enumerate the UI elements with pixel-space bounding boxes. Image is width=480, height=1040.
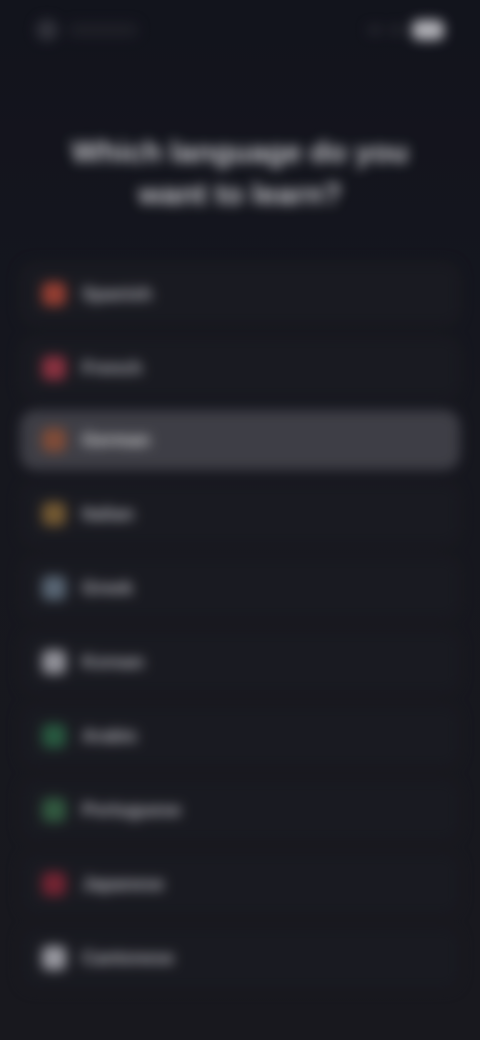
page-title: Which language do you want to learn? — [71, 136, 409, 211]
language-option-french[interactable]: French — [20, 336, 460, 400]
language-name: Portuguese — [82, 799, 182, 820]
flag-japan-icon — [42, 872, 66, 896]
language-name: Japanese — [82, 873, 165, 894]
status-bar — [0, 0, 480, 60]
language-name: Greek — [82, 577, 134, 598]
flag-germany-icon — [42, 428, 66, 452]
language-name: Cantonese — [82, 947, 175, 968]
language-option-cantonese[interactable]: Cantonese — [20, 926, 460, 990]
language-option-korean[interactable]: Korean — [20, 630, 460, 694]
flag-portugal-icon — [42, 798, 66, 822]
header: Which language do you want to learn? — [40, 132, 440, 216]
language-option-arabic[interactable]: Arabic — [20, 704, 460, 768]
language-name: Spanish — [82, 283, 153, 304]
language-name: Italian — [82, 503, 135, 524]
language-name: Korean — [82, 651, 145, 672]
status-time — [68, 23, 138, 37]
language-name: Arabic — [82, 725, 139, 746]
language-option-german[interactable]: German — [20, 410, 460, 470]
language-option-greek[interactable]: Greek — [20, 556, 460, 620]
flag-spain-icon — [42, 282, 66, 306]
flag-hongkong-icon — [42, 946, 66, 970]
flag-saudi-icon — [42, 724, 66, 748]
language-option-italian[interactable]: Italian — [20, 482, 460, 546]
language-option-spanish[interactable]: Spanish — [20, 262, 460, 326]
logo-icon — [36, 19, 58, 41]
signal-icon — [368, 26, 382, 34]
language-name: French — [82, 357, 143, 378]
language-list: Spanish French German Italian Greek Korean Ara… — [20, 262, 460, 1000]
flag-france-icon — [42, 356, 66, 380]
wifi-icon — [390, 26, 404, 34]
language-option-japanese[interactable]: Japanese — [20, 852, 460, 916]
language-name: German — [82, 429, 151, 450]
battery-icon — [412, 20, 444, 40]
flag-italy-icon — [42, 502, 66, 526]
flag-greece-icon — [42, 576, 66, 600]
language-option-portuguese[interactable]: Portuguese — [20, 778, 460, 842]
flag-korea-icon — [42, 650, 66, 674]
blurred-content: Which language do you want to learn? Spa… — [0, 0, 480, 1040]
language-picker-screen: Which language do you want to learn? Spa… — [0, 0, 480, 1040]
